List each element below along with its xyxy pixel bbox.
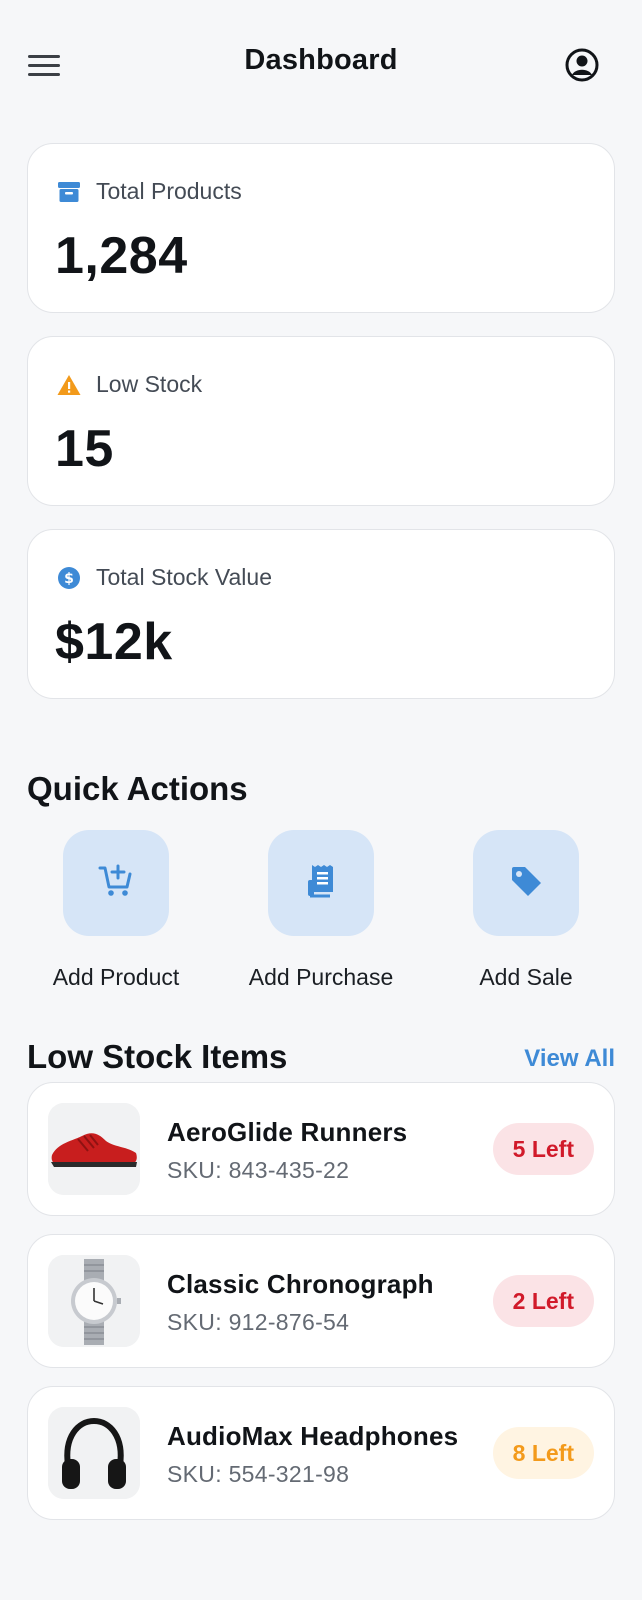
svg-text:$: $: [64, 571, 74, 587]
add-purchase-tile[interactable]: [268, 830, 374, 936]
product-thumbnail-headphones: [48, 1407, 140, 1499]
list-item[interactable]: AudioMax Headphones SKU: 554-321-98 8 Le…: [27, 1386, 615, 1520]
product-thumbnail-watch: [48, 1255, 140, 1347]
stock-badge: 5 Left: [492, 1123, 594, 1175]
stat-value: 15: [55, 420, 114, 478]
page-title: Dashboard: [244, 44, 398, 76]
stock-badge: 8 Left: [492, 1427, 594, 1479]
app-header: Dashboard: [0, 0, 642, 130]
stat-label: Low Stock: [96, 371, 203, 397]
add-product-label: Add Product: [52, 964, 180, 990]
user-circle-icon[interactable]: [564, 47, 600, 83]
add-product-button[interactable]: Add Product: [16, 830, 216, 991]
cart-plus-icon: [97, 862, 135, 905]
add-sale-tile[interactable]: [473, 830, 579, 936]
add-purchase-button[interactable]: Add Purchase: [221, 830, 421, 991]
stat-value: 1,284: [55, 227, 188, 285]
list-item[interactable]: Classic Chronograph SKU: 912-876-54 2 Le…: [27, 1234, 615, 1368]
stat-card-low-stock[interactable]: Low Stock 15: [27, 336, 615, 506]
add-sale-label: Add Sale: [479, 964, 573, 990]
product-name: AeroGlide Runners: [167, 1117, 408, 1147]
stat-card-total-products[interactable]: Total Products 1,284: [27, 143, 615, 313]
low-stock-items-title: Low Stock Items: [27, 1038, 288, 1075]
add-sale-button[interactable]: Add Sale: [426, 830, 626, 991]
product-sku: SKU: 912-876-54: [167, 1309, 350, 1335]
list-item[interactable]: AeroGlide Runners SKU: 843-435-22 5 Left: [27, 1082, 615, 1216]
stat-label: Total Stock Value: [96, 564, 273, 590]
stock-badge: 2 Left: [492, 1275, 594, 1327]
product-sku: SKU: 554-321-98: [167, 1461, 350, 1487]
product-thumbnail-sneaker: [48, 1103, 140, 1195]
archive-box-icon: [56, 179, 82, 205]
warning-triangle-icon: [56, 372, 82, 398]
stat-card-total-stock-value[interactable]: $ Total Stock Value $12k: [27, 529, 615, 699]
add-purchase-label: Add Purchase: [248, 964, 394, 990]
view-all-link[interactable]: View All: [524, 1045, 615, 1073]
dollar-circle-icon: $: [56, 565, 82, 591]
add-product-tile[interactable]: [63, 830, 169, 936]
stat-value: $12k: [55, 613, 173, 671]
product-name: AudioMax Headphones: [167, 1421, 459, 1451]
stat-label: Total Products: [96, 178, 242, 204]
product-name: Classic Chronograph: [167, 1269, 434, 1299]
price-tag-icon: [508, 863, 544, 904]
quick-actions-title: Quick Actions: [27, 770, 248, 807]
receipt-icon: [304, 862, 338, 905]
product-sku: SKU: 843-435-22: [167, 1157, 350, 1183]
